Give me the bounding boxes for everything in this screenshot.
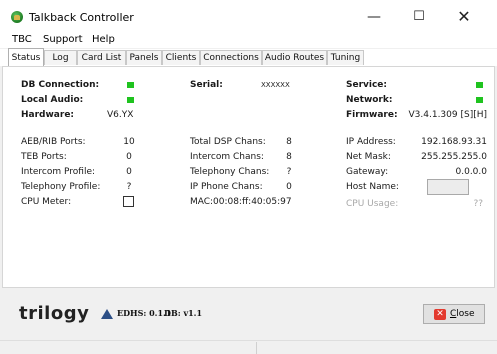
- db-connection-label: DB Connection:: [21, 80, 100, 90]
- tab-card-list[interactable]: Card List: [77, 50, 126, 65]
- service-led: [476, 82, 483, 88]
- menu-support[interactable]: Support: [43, 34, 83, 45]
- total-dsp-chans-label: Total DSP Chans:: [190, 137, 266, 147]
- ip-phone-chans-value: 0: [286, 182, 292, 192]
- status-panel: DB Connection: Serial: XXXXXX Service: L…: [2, 66, 495, 288]
- cpu-usage-label: CPU Usage:: [346, 199, 399, 209]
- intercom-profile-value: 0: [126, 167, 132, 177]
- db-connection-led: [127, 82, 134, 88]
- title-bar: Talkback Controller — ☐ ✕: [0, 0, 497, 32]
- status-bar: [0, 340, 497, 354]
- talkback-controller-window: Talkback Controller — ☐ ✕ TBC Support He…: [0, 0, 497, 354]
- close-button-label: Close: [450, 309, 475, 319]
- mac-label: MAC:: [190, 197, 214, 207]
- mac-value: 00:08:ff:40:05:97: [213, 197, 292, 207]
- ip-address-label: IP Address:: [346, 137, 396, 147]
- menu-bar: TBC Support Help: [0, 32, 497, 48]
- network-label: Network:: [346, 95, 393, 105]
- gateway-label: Gateway:: [346, 167, 389, 177]
- cpu-meter-label: CPU Meter:: [21, 197, 72, 207]
- host-name-field[interactable]: [427, 179, 469, 195]
- footer: trilogy EDHS: 0.1.1 DB: v1.1 ✕ Close: [0, 288, 497, 340]
- net-mask-label: Net Mask:: [346, 152, 391, 162]
- close-button[interactable]: ✕ Close: [423, 304, 485, 324]
- menu-help[interactable]: Help: [92, 34, 115, 45]
- tab-clients[interactable]: Clients: [162, 50, 200, 65]
- maximize-button[interactable]: ☐: [404, 7, 434, 27]
- hardware-value: V6.YX: [107, 110, 134, 120]
- tab-status[interactable]: Status: [8, 48, 44, 66]
- serial-value: XXXXXX: [261, 81, 290, 89]
- telephony-chans-value: ?: [286, 167, 292, 177]
- tab-audio-routes[interactable]: Audio Routes: [262, 50, 327, 65]
- cpu-usage-value: ??: [473, 199, 483, 209]
- serial-label: Serial:: [190, 80, 223, 90]
- tab-tuning[interactable]: Tuning: [327, 50, 364, 65]
- intercom-profile-label: Intercom Profile:: [21, 167, 96, 177]
- intercom-chans-value: 8: [286, 152, 292, 162]
- ip-phone-chans-label: IP Phone Chans:: [190, 182, 263, 192]
- local-audio-led: [127, 97, 134, 103]
- aeb-rib-ports-value: 10: [123, 137, 135, 147]
- logo-triangle-icon: [101, 309, 113, 319]
- tab-connections[interactable]: Connections: [200, 50, 262, 65]
- teb-ports-label: TEB Ports:: [21, 152, 67, 162]
- teb-ports-value: 0: [126, 152, 132, 162]
- trilogy-logo: trilogy: [19, 303, 90, 324]
- net-mask-value: 255.255.255.0: [421, 152, 487, 162]
- cpu-meter-checkbox[interactable]: [123, 196, 134, 207]
- intercom-chans-label: Intercom Chans:: [190, 152, 264, 162]
- telephony-chans-label: Telephony Chans:: [190, 167, 270, 177]
- app-icon: [11, 11, 23, 23]
- firmware-label: Firmware:: [346, 110, 398, 120]
- minimize-button[interactable]: —: [359, 7, 389, 27]
- tab-panels[interactable]: Panels: [126, 50, 162, 65]
- gateway-value: 0.0.0.0: [455, 167, 488, 177]
- telephony-profile-label: Telephony Profile:: [21, 182, 101, 192]
- tab-bar: Status Log Card List Panels Clients Conn…: [0, 48, 497, 66]
- tab-log[interactable]: Log: [44, 50, 77, 65]
- status-bar-separator: [256, 342, 257, 354]
- ip-address-value: 192.168.93.31: [421, 137, 487, 147]
- close-window-button[interactable]: ✕: [449, 7, 479, 27]
- window-title: Talkback Controller: [29, 11, 134, 24]
- aeb-rib-ports-label: AEB/RIB Ports:: [21, 137, 86, 147]
- host-name-label: Host Name:: [346, 182, 399, 192]
- telephony-profile-value: ?: [126, 182, 132, 192]
- firmware-value: V3.4.1.309 [S][H]: [408, 110, 487, 120]
- network-led: [476, 97, 483, 103]
- service-label: Service:: [346, 80, 388, 90]
- menu-tbc[interactable]: TBC: [12, 34, 32, 45]
- total-dsp-chans-value: 8: [286, 137, 292, 147]
- local-audio-label: Local Audio:: [21, 95, 84, 105]
- db-version: DB: v1.1: [164, 308, 203, 318]
- close-x-icon: ✕: [434, 309, 446, 320]
- hardware-label: Hardware:: [21, 110, 75, 120]
- close-label-rest: lose: [456, 309, 475, 319]
